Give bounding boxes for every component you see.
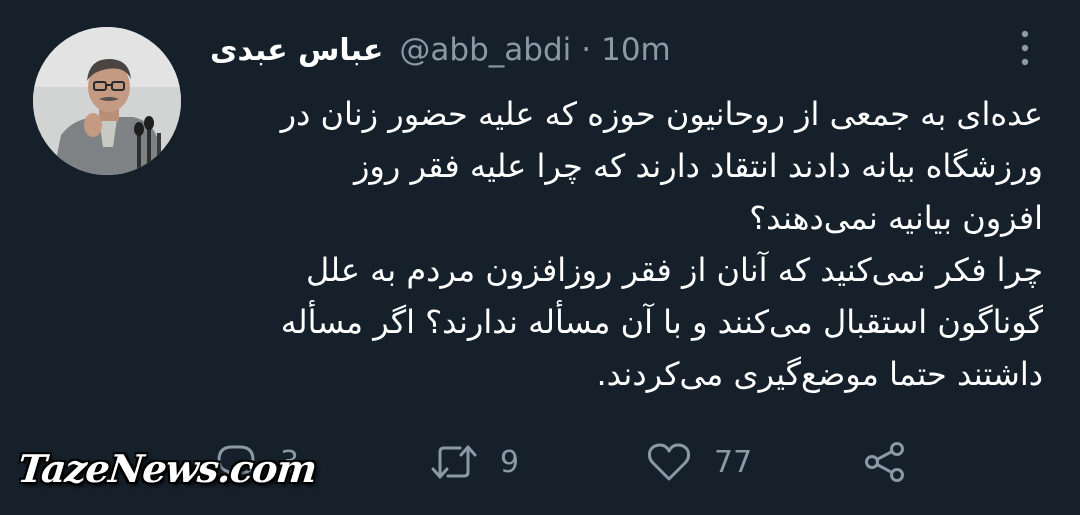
avatar[interactable]	[33, 27, 181, 175]
tweet: عباس عبدی @abb_abdi · 10m عده‌ای به جمعی…	[0, 0, 1080, 515]
separator-dot: ·	[581, 32, 592, 68]
like-count: 77	[714, 444, 753, 480]
share-button[interactable]	[862, 432, 908, 492]
tweet-text-line: گوناگون استقبال می‌کنند و با آن مسأله ند…	[280, 303, 1043, 341]
tweet-text-line: افزون بیانیه نمی‌دهند؟	[749, 199, 1043, 237]
tweet-text-line: ورزشگاه بیانه دادند انتقاد دارند که چرا …	[353, 147, 1043, 185]
author-handle[interactable]: @abb_abdi	[399, 32, 571, 68]
like-button[interactable]: 77	[646, 432, 752, 492]
heart-icon	[647, 443, 691, 481]
tweet-text-line: عده‌ای به جمعی از روحانیون حوزه که علیه …	[280, 95, 1043, 133]
retweet-icon	[431, 445, 477, 479]
share-icon	[865, 442, 904, 482]
retweet-button[interactable]: 9	[430, 432, 519, 492]
avatar-photo	[33, 27, 181, 175]
tweet-timestamp[interactable]: 10m	[601, 32, 671, 68]
retweet-count: 9	[500, 444, 520, 480]
more-options-button[interactable]	[1005, 26, 1045, 70]
tweet-text-line: داشتند حتما موضع‌گیری می‌کردند.	[596, 355, 1043, 393]
author-display-name[interactable]: عباس عبدی	[210, 33, 383, 68]
tweet-text: عده‌ای به جمعی از روحانیون حوزه که علیه …	[205, 88, 1043, 400]
tweet-text-line: چرا فکر نمی‌کنید که آنان از فقر روزافزون…	[305, 251, 1043, 289]
tweet-header: عباس عبدی @abb_abdi · 10m	[210, 22, 671, 78]
more-vertical-icon	[1021, 30, 1029, 66]
watermark: TazeNews.com	[15, 446, 319, 491]
